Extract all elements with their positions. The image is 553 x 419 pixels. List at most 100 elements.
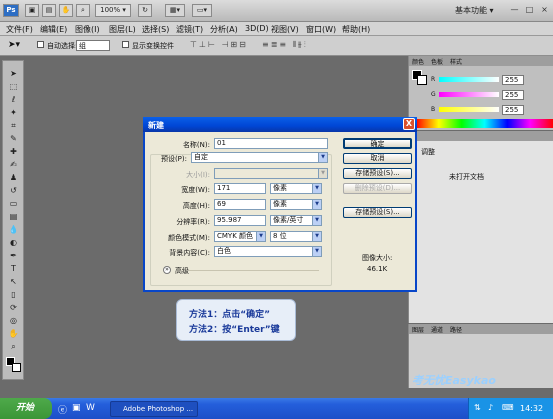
channel-b-value[interactable]: 255 [502, 105, 524, 115]
color-mode-select[interactable]: CMYK 颜色 ▼ [214, 231, 266, 242]
close-button[interactable]: × [539, 5, 550, 16]
panel-background-swatch[interactable] [417, 75, 427, 85]
auto-select-dropdown[interactable]: 组 [76, 40, 110, 51]
tab-paths[interactable]: 路径 [450, 325, 462, 334]
crop-tool-icon[interactable]: ⌗ [8, 121, 19, 130]
menu-layer[interactable]: 图层(L) [109, 24, 136, 35]
tab-swatches[interactable]: 色板 [431, 57, 443, 66]
menu-file[interactable]: 文件(F) [6, 24, 33, 35]
start-button[interactable]: 开始 [0, 398, 52, 419]
channel-g-value[interactable]: 255 [502, 90, 524, 100]
channel-g-slider[interactable] [439, 92, 499, 97]
resolution-input[interactable]: 95.987 [214, 215, 266, 226]
zoom-icon[interactable]: ⌕ [76, 4, 90, 17]
lasso-tool-icon[interactable]: ℓ [8, 95, 19, 104]
distribute-icons[interactable]: ≡≣≡ ⫴⫵⫶ [262, 40, 308, 50]
restore-button[interactable]: □ [524, 5, 535, 16]
volume-icon[interactable]: ♪ [488, 403, 493, 412]
background-contents-value: 白色 [217, 247, 231, 255]
marquee-tool-icon[interactable]: ⬚ [8, 82, 19, 91]
history-brush-tool-icon[interactable]: ↺ [8, 186, 19, 195]
bridge-icon[interactable]: ▣ [25, 4, 39, 17]
pen-tool-icon[interactable]: ✒ [8, 251, 19, 260]
move-tool-icon[interactable]: ➤▾ [8, 40, 20, 50]
dialog-close-button[interactable]: X [403, 118, 415, 130]
no-document-text: 未打开文档 [449, 173, 484, 181]
move-tool-icon[interactable]: ➤ [8, 69, 19, 78]
menu-filter[interactable]: 滤镜(T) [176, 24, 203, 35]
network-icon[interactable]: ⇅ [474, 403, 481, 412]
hand-icon[interactable]: ✋ [59, 4, 73, 17]
adjustments-panel: 调整 未打开文档 [408, 131, 553, 323]
arrange-docs-icon[interactable]: ▦▾ [165, 4, 185, 17]
tab-layers[interactable]: 图层 [412, 325, 424, 334]
name-input[interactable]: 01 [214, 138, 328, 149]
height-unit-select[interactable]: 像素 ▼ [270, 199, 322, 210]
cancel-button[interactable]: 取消 [343, 153, 412, 164]
gradient-tool-icon[interactable]: ▤ [8, 212, 19, 221]
menu-window[interactable]: 窗口(W) [306, 24, 336, 35]
auto-select-checkbox[interactable] [37, 41, 44, 48]
menu-view[interactable]: 视图(V) [271, 24, 299, 35]
workspace-switcher[interactable]: 基本功能 ▾ [455, 5, 494, 16]
resolution-unit-select[interactable]: 像素/英寸 ▼ [270, 215, 322, 226]
zoom-level-select[interactable]: 100% ▾ [95, 4, 131, 17]
color-spectrum-bar[interactable] [416, 119, 553, 128]
image-size-label: 图像大小: [362, 254, 393, 262]
auto-select-value: 组 [79, 42, 86, 50]
channel-b-slider[interactable] [439, 107, 499, 112]
width-input[interactable]: 171 [214, 183, 266, 194]
menu-help[interactable]: 帮助(H) [342, 24, 370, 35]
type-tool-icon[interactable]: T [8, 264, 19, 273]
device-central-button[interactable]: 存储预设(S)... [343, 207, 412, 218]
tab-color[interactable]: 颜色 [412, 57, 424, 66]
shape-tool-icon[interactable]: ▯ [8, 290, 19, 299]
explorer-icon[interactable]: ▣ [72, 403, 81, 413]
brush-tool-icon[interactable]: ✍ [8, 160, 19, 169]
background-color-swatch[interactable] [12, 363, 21, 372]
3d-orbit-tool-icon[interactable]: ◎ [8, 316, 19, 325]
dodge-tool-icon[interactable]: ◐ [8, 238, 19, 247]
eyedropper-tool-icon[interactable]: ✎ [8, 134, 19, 143]
preset-value: 自定 [194, 153, 208, 161]
preset-select[interactable]: 自定 ▼ [191, 152, 328, 163]
menu-analysis[interactable]: 分析(A) [210, 24, 238, 35]
background-contents-select[interactable]: 白色 ▼ [214, 246, 322, 257]
ruler-icon[interactable]: ▤ [42, 4, 56, 17]
advanced-toggle-icon[interactable]: » [163, 266, 171, 274]
width-unit-select[interactable]: 像素 ▼ [270, 183, 322, 194]
ok-button[interactable]: 确定 [343, 138, 412, 149]
blur-tool-icon[interactable]: 💧 [8, 225, 19, 234]
hand-tool-icon[interactable]: ✋ [8, 329, 19, 338]
width-unit-value: 像素 [273, 184, 287, 192]
tab-styles[interactable]: 样式 [450, 57, 462, 66]
zoom-tool-icon[interactable]: ⌕ [8, 342, 19, 351]
rotate-icon[interactable]: ↻ [138, 4, 152, 17]
show-transform-checkbox[interactable] [122, 41, 129, 48]
magic-wand-tool-icon[interactable]: ✦ [8, 108, 19, 117]
menu-select[interactable]: 选择(S) [142, 24, 169, 35]
channel-r-value[interactable]: 255 [502, 75, 524, 85]
screen-mode-icon[interactable]: ▭▾ [192, 4, 212, 17]
minimize-button[interactable]: — [509, 5, 520, 16]
ime-icon[interactable]: ⌨ [502, 403, 514, 412]
taskbar-photoshop[interactable]: Adobe Photoshop ... [110, 401, 198, 417]
healing-tool-icon[interactable]: ✚ [8, 147, 19, 156]
align-icons[interactable]: ⊤⊥⊢ ⊣⊞⊟ [190, 40, 248, 49]
eraser-tool-icon[interactable]: ▭ [8, 199, 19, 208]
height-input[interactable]: 69 [214, 199, 266, 210]
stamp-tool-icon[interactable]: ♟ [8, 173, 19, 182]
channel-r-slider[interactable] [439, 77, 499, 82]
save-preset-button[interactable]: 存储预设(S)... [343, 168, 412, 179]
height-unit-value: 像素 [273, 200, 287, 208]
menu-3d[interactable]: 3D(D) [245, 24, 269, 33]
3d-rotate-tool-icon[interactable]: ⟳ [8, 303, 19, 312]
word-icon[interactable]: W [86, 403, 95, 413]
bit-depth-select[interactable]: 8 位 ▼ [270, 231, 322, 242]
tab-channels[interactable]: 通道 [431, 325, 443, 334]
dialog-title-bar[interactable]: 新建 X [143, 117, 417, 132]
ie-icon[interactable]: ⓔ [58, 403, 67, 416]
menu-edit[interactable]: 编辑(E) [40, 24, 67, 35]
menu-image[interactable]: 图像(I) [75, 24, 100, 35]
path-select-tool-icon[interactable]: ↖ [8, 277, 19, 286]
